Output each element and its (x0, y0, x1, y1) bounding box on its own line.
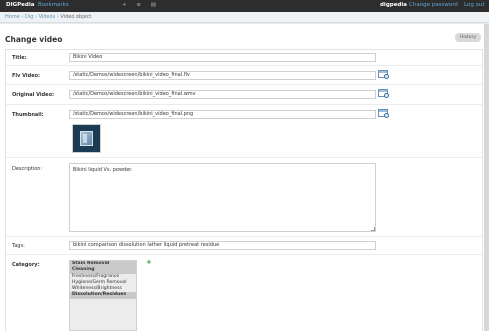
category-label: Category: (12, 262, 40, 268)
breadcrumb-model[interactable]: Videos (39, 14, 56, 20)
row-divider (6, 236, 482, 237)
category-option[interactable]: Dissolution/Residues (70, 292, 136, 299)
title-input[interactable]: Bikini Video (69, 53, 376, 62)
file-browser-icon[interactable] (378, 70, 390, 80)
tags-label: Tags: (12, 243, 25, 249)
history-button[interactable]: History (455, 33, 481, 42)
title-label: Title: (12, 55, 27, 61)
toolbar-icons[interactable]: + ≡ ▤ (122, 2, 160, 8)
logout-link[interactable]: Log out (464, 2, 485, 8)
brand-logo[interactable]: DIGPedia (6, 2, 34, 8)
breadcrumb: Home › Dig › Videos › Video object (0, 12, 489, 23)
vertical-scrollbar[interactable] (484, 24, 489, 331)
row-divider (6, 65, 482, 66)
page-title: Change video (5, 35, 63, 44)
original-video-input[interactable]: /static/Demos/widescreen/bikini_video_fi… (69, 90, 376, 99)
thumbnail-label: Thumbnail: (12, 112, 44, 118)
file-browser-icon[interactable] (378, 89, 390, 99)
breadcrumb-current: Video object (60, 14, 92, 20)
row-divider (6, 157, 482, 158)
category-multiselect[interactable]: Stain Removal Cleaning Freshness/Fragran… (69, 260, 137, 331)
flv-video-input[interactable]: /static/Demos/widescreen/bikini_video_fi… (69, 71, 376, 80)
add-icon[interactable]: + (146, 258, 152, 266)
resize-grip-icon[interactable] (371, 227, 375, 231)
top-bar: DIGPedia Bookmarks + ≡ ▤ digpedia Change… (0, 0, 489, 12)
thumbnail-input[interactable]: /static/Demos/widescreen/bikini_video_fi… (69, 110, 376, 119)
bookmarks-link[interactable]: Bookmarks (38, 2, 69, 8)
original-video-label: Original Video: (12, 92, 55, 98)
flv-video-label: Flv Video: (12, 73, 41, 79)
file-browser-icon[interactable] (378, 109, 390, 119)
row-divider (6, 104, 482, 105)
username: digpedia (380, 2, 407, 8)
breadcrumb-home[interactable]: Home (5, 14, 20, 20)
description-label: Description: (12, 166, 43, 172)
change-password-link[interactable]: Change password (409, 2, 458, 8)
row-divider (6, 254, 482, 255)
row-divider (6, 84, 482, 85)
description-textarea[interactable]: Bikini liquid Vs. powder. (69, 163, 376, 232)
tags-input[interactable]: bikini comparison dissolution lather liq… (69, 241, 376, 250)
thumbnail-preview[interactable] (72, 124, 101, 153)
